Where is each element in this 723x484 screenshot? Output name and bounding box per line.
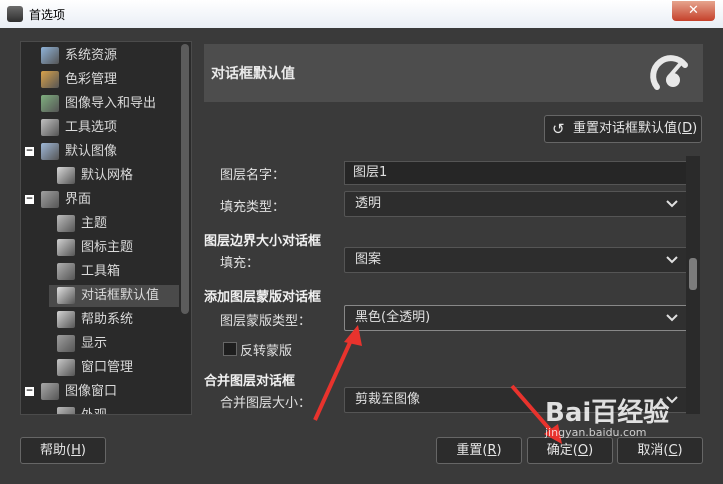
- content-scroll-thumb[interactable]: [689, 258, 697, 290]
- close-button[interactable]: ✕: [672, 1, 715, 21]
- tool-options-icon: [41, 119, 59, 136]
- sidebar-item-label: 图像窗口: [65, 384, 118, 399]
- title-bar: 首选项 ✕: [0, 0, 723, 29]
- help-button[interactable]: 帮助(H): [20, 437, 106, 464]
- collapse-toggle[interactable]: −: [25, 195, 34, 204]
- interface-icon: [41, 191, 59, 208]
- layer-name-label: 图层名字：: [220, 168, 286, 183]
- sidebar-item-label: 主题: [81, 216, 108, 231]
- sidebar-item[interactable]: 主题: [21, 213, 179, 235]
- display-icon: [57, 335, 75, 352]
- sidebar-item-label: 外观: [81, 405, 107, 414]
- grid-icon: [57, 167, 75, 184]
- mask-type-select[interactable]: 黑色(全透明): [344, 305, 688, 331]
- sidebar-item[interactable]: 窗口管理: [21, 357, 179, 379]
- chevron-down-icon: [666, 314, 678, 322]
- import-export-icon: [41, 95, 59, 112]
- app-icon: [7, 6, 23, 22]
- sidebar-item[interactable]: 色彩管理: [21, 69, 179, 91]
- sidebar-item-label: 默认网格: [81, 168, 134, 183]
- dialog-defaults-icon: [57, 287, 75, 304]
- sidebar-item-label: 显示: [81, 336, 108, 351]
- dialog-defaults-content: 图层名字： 图层1 填充类型： 透明 图层边界大小对话框 填充： 图案 添加图层…: [204, 156, 703, 414]
- sidebar-item[interactable]: − 图像窗口: [21, 381, 179, 403]
- sidebar-item[interactable]: 图标主题: [21, 237, 179, 259]
- layer-name-input[interactable]: 图层1: [344, 161, 688, 185]
- baidu-watermark: Bai百经验 jingyan.baidu.com: [545, 392, 669, 439]
- sidebar-item-label: 默认图像: [65, 144, 118, 159]
- sidebar-item[interactable]: − 默认图像: [21, 141, 179, 163]
- sidebar-item-label: 图像导入和导出: [65, 96, 157, 111]
- window-manage-icon: [57, 359, 75, 376]
- sidebar-scrollbar[interactable]: [179, 42, 191, 414]
- sidebar-item-label: 窗口管理: [81, 360, 134, 375]
- appearance-icon: [57, 407, 75, 414]
- sidebar-item[interactable]: 工具箱: [21, 261, 179, 283]
- invert-mask-label: 反转蒙版: [240, 344, 293, 359]
- sidebar-item[interactable]: 工具选项: [21, 117, 179, 139]
- sidebar-item-label: 系统资源: [65, 48, 118, 63]
- sidebar-item-label: 工具箱: [81, 264, 121, 279]
- sidebar-item[interactable]: 系统资源: [21, 45, 179, 67]
- page-title: 对话框默认值: [211, 66, 295, 82]
- window-title: 首选项: [29, 8, 66, 22]
- fill-type-label: 填充类型：: [220, 200, 286, 215]
- fill-type-select[interactable]: 透明: [344, 191, 688, 217]
- reset-dialog-defaults-button[interactable]: ↺ 重置对话框默认值(D): [544, 115, 702, 143]
- sidebar-item-label: 图标主题: [81, 240, 134, 255]
- help-system-icon: [57, 311, 75, 328]
- watermark-logo: Bai百经验: [545, 398, 670, 428]
- chip-icon: [41, 47, 59, 64]
- chevron-down-icon: [666, 200, 678, 208]
- merge-size-label: 合并图层大小：: [220, 396, 312, 411]
- default-image-icon: [41, 143, 59, 160]
- sidebar-scroll-thumb[interactable]: [181, 44, 189, 314]
- image-window-icon: [41, 383, 59, 400]
- sidebar-item-label: 帮助系统: [81, 312, 134, 327]
- collapse-toggle[interactable]: −: [25, 147, 34, 156]
- gimp-dialog-icon: [650, 55, 688, 90]
- cancel-button[interactable]: 取消(C): [617, 437, 703, 464]
- reset-button[interactable]: 重置(R): [436, 437, 522, 464]
- sidebar-item-label: 色彩管理: [65, 72, 118, 87]
- layer-boundary-section-title: 图层边界大小对话框: [204, 234, 322, 249]
- merge-section-title: 合并图层对话框: [204, 374, 296, 389]
- sidebar-item[interactable]: 显示: [21, 333, 179, 355]
- fill-label: 填充：: [220, 256, 260, 271]
- invert-mask-checkbox[interactable]: [223, 342, 237, 356]
- add-mask-section-title: 添加图层蒙版对话框: [204, 290, 322, 305]
- sidebar-item-label: 界面: [65, 192, 92, 207]
- chevron-down-icon: [666, 256, 678, 264]
- preferences-sidebar[interactable]: 系统资源色彩管理图像导入和导出 工具选项 − 默认图像默认网格 − 界面主题图标主题工具箱…: [20, 41, 192, 415]
- fill-select[interactable]: 图案: [344, 247, 688, 273]
- mask-type-label: 图层蒙版类型：: [220, 314, 312, 329]
- sidebar-item[interactable]: 外观: [21, 405, 179, 414]
- sidebar-item-label: 工具选项: [65, 120, 118, 135]
- collapse-toggle[interactable]: −: [25, 387, 34, 396]
- ok-button[interactable]: 确定(O): [527, 437, 613, 464]
- clipped-section-title: [207, 156, 212, 161]
- sidebar-item[interactable]: 图像导入和导出: [21, 93, 179, 115]
- color-icon: [41, 71, 59, 88]
- sidebar-item-label: 对话框默认值: [81, 288, 160, 303]
- sidebar-item[interactable]: 帮助系统: [21, 309, 179, 331]
- reset-icon: ↺: [552, 120, 565, 138]
- page-header: 对话框默认值: [204, 44, 703, 102]
- sidebar-item[interactable]: − 界面: [21, 189, 179, 211]
- sidebar-item[interactable]: 对话框默认值: [49, 285, 179, 307]
- toolbox-icon: [57, 263, 75, 280]
- theme-icon: [57, 215, 75, 232]
- icon-theme-icon: [57, 239, 75, 256]
- sidebar-item[interactable]: 默认网格: [21, 165, 179, 187]
- content-scrollbar[interactable]: [686, 156, 700, 414]
